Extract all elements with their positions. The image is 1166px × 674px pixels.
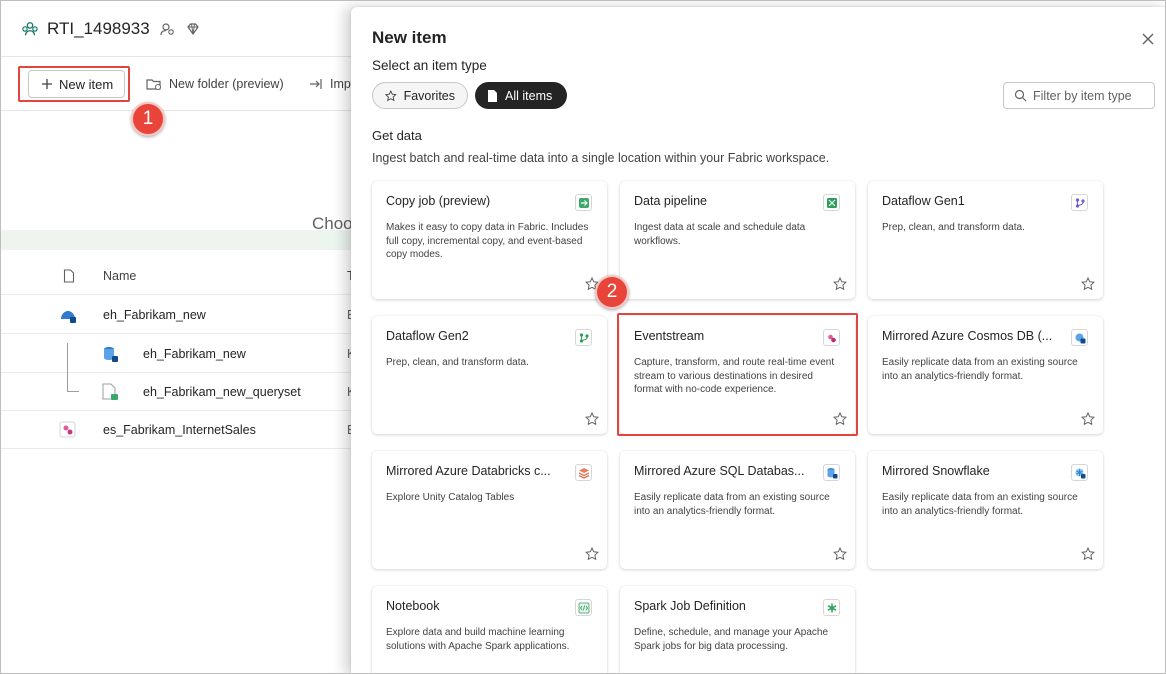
workspace-identity-icon[interactable] bbox=[158, 20, 176, 38]
section-title: Get data bbox=[372, 128, 422, 143]
import-button[interactable]: Imp bbox=[309, 77, 351, 91]
premium-diamond-icon[interactable] bbox=[184, 20, 202, 38]
name-column-header[interactable]: Name bbox=[103, 269, 136, 283]
new-item-panel: New item Select an item type Favorites A… bbox=[351, 7, 1165, 673]
favorite-star-icon[interactable] bbox=[585, 412, 599, 426]
card-description: Easily replicate data from an existing s… bbox=[882, 492, 1078, 517]
notebook-icon bbox=[575, 599, 592, 616]
card-title: Mirrored Azure Cosmos DB (... bbox=[882, 329, 1053, 343]
card-title: Dataflow Gen1 bbox=[882, 194, 965, 208]
search-icon bbox=[1014, 89, 1027, 102]
card-description: Define, schedule, and manage your Apache… bbox=[634, 627, 829, 652]
table-row[interactable]: eh_Fabrikam_new K bbox=[1, 335, 355, 373]
tree-connector bbox=[67, 343, 68, 391]
card-mirrored-azure-sql[interactable]: Mirrored Azure SQL Databas... Easily rep… bbox=[620, 451, 855, 569]
favorite-star-icon[interactable] bbox=[833, 547, 847, 561]
card-description: Prep, clean, and transform data. bbox=[882, 222, 1025, 233]
card-copy-job[interactable]: Copy job (preview) Makes it easy to copy… bbox=[372, 181, 607, 299]
favorite-star-icon[interactable] bbox=[1081, 547, 1095, 561]
file-type-column-icon bbox=[63, 269, 75, 286]
row-name: eh_Fabrikam_new_queryset bbox=[143, 385, 301, 399]
all-items-label: All items bbox=[505, 88, 553, 103]
import-label: Imp bbox=[330, 77, 351, 91]
callout-badge-1: 1 bbox=[131, 102, 165, 136]
callout-badge-2: 2 bbox=[595, 275, 629, 309]
new-item-highlight bbox=[18, 66, 130, 102]
card-mirrored-cosmos-db[interactable]: Mirrored Azure Cosmos DB (... Easily rep… bbox=[868, 316, 1103, 434]
card-mirrored-snowflake[interactable]: Mirrored Snowflake Easily replicate data… bbox=[868, 451, 1103, 569]
card-data-pipeline[interactable]: Data pipeline Ingest data at scale and s… bbox=[620, 181, 855, 299]
all-items-filter-pill[interactable]: All items bbox=[475, 82, 567, 109]
favorite-star-icon[interactable] bbox=[1081, 277, 1095, 291]
favorites-label: Favorites bbox=[403, 88, 455, 103]
row-name: eh_Fabrikam_new bbox=[143, 347, 246, 361]
eventstream-icon bbox=[59, 421, 77, 444]
favorites-filter-pill[interactable]: Favorites bbox=[372, 82, 468, 109]
card-title: Copy job (preview) bbox=[386, 194, 491, 208]
table-row[interactable]: eh_Fabrikam_new_queryset K bbox=[1, 373, 355, 411]
close-icon bbox=[1142, 33, 1154, 45]
eventstream-highlight bbox=[617, 313, 858, 436]
card-title: Mirrored Azure SQL Databas... bbox=[634, 464, 805, 478]
card-dataflow-gen2[interactable]: Dataflow Gen2 Prep, clean, and transform… bbox=[372, 316, 607, 434]
card-description: Easily replicate data from an existing s… bbox=[882, 357, 1078, 382]
card-title: Spark Job Definition bbox=[634, 599, 746, 613]
card-mirrored-databricks[interactable]: Mirrored Azure Databricks c... Explore U… bbox=[372, 451, 607, 569]
workspace-header: RTI_1498933 bbox=[1, 1, 353, 57]
workspace-title-area: RTI_1498933 bbox=[21, 19, 202, 39]
tree-connector bbox=[67, 391, 79, 392]
kql-database-icon bbox=[101, 345, 119, 368]
favorite-star-icon[interactable] bbox=[833, 277, 847, 291]
card-description: Ingest data at scale and schedule data w… bbox=[634, 222, 806, 247]
card-title: Dataflow Gen2 bbox=[386, 329, 469, 343]
copy-job-icon bbox=[575, 194, 592, 211]
import-arrow-icon bbox=[310, 79, 322, 89]
workspace-title: RTI_1498933 bbox=[47, 19, 150, 38]
section-description: Ingest batch and real-time data into a s… bbox=[372, 151, 830, 165]
panel-subtitle: Select an item type bbox=[372, 58, 487, 73]
data-pipeline-icon bbox=[823, 194, 840, 211]
mirrored-sql-icon bbox=[823, 464, 840, 481]
filter-by-type-input[interactable]: Filter by item type bbox=[1003, 82, 1155, 109]
document-icon bbox=[488, 89, 497, 102]
eventhouse-icon bbox=[59, 306, 77, 329]
workspace-banner-strip bbox=[1, 230, 353, 250]
card-spark-job-definition[interactable]: Spark Job Definition Define, schedule, a… bbox=[620, 586, 855, 673]
card-description: Easily replicate data from an existing s… bbox=[634, 492, 830, 517]
card-description: Prep, clean, and transform data. bbox=[386, 357, 529, 368]
folder-add-icon bbox=[146, 79, 161, 90]
table-row[interactable]: es_Fabrikam_InternetSales E bbox=[1, 411, 355, 449]
favorite-star-icon[interactable] bbox=[585, 547, 599, 561]
mirrored-snowflake-icon bbox=[1071, 464, 1088, 481]
filter-placeholder: Filter by item type bbox=[1033, 88, 1132, 103]
mirrored-cosmos-icon bbox=[1071, 329, 1088, 346]
row-name: es_Fabrikam_InternetSales bbox=[103, 423, 256, 437]
card-description: Explore data and build machine learning … bbox=[386, 627, 570, 652]
dataflow-gen1-icon bbox=[1071, 194, 1088, 211]
spark-job-icon bbox=[823, 599, 840, 616]
card-notebook[interactable]: Notebook Explore data and build machine … bbox=[372, 586, 607, 673]
row-name: eh_Fabrikam_new bbox=[103, 308, 206, 322]
card-description: Explore Unity Catalog Tables bbox=[386, 492, 515, 503]
new-folder-label: New folder (preview) bbox=[169, 77, 284, 91]
panel-title: New item bbox=[372, 28, 447, 47]
dataflow-gen2-icon bbox=[575, 329, 592, 346]
card-title: Notebook bbox=[386, 599, 440, 613]
new-folder-button[interactable]: New folder (preview) bbox=[146, 77, 284, 91]
workspace-toolbar: New item New folder (preview) Imp bbox=[1, 57, 353, 111]
table-header: Name T bbox=[1, 259, 355, 295]
table-row[interactable]: eh_Fabrikam_new E bbox=[1, 296, 355, 334]
card-title: Mirrored Snowflake bbox=[882, 464, 990, 478]
card-title: Data pipeline bbox=[634, 194, 707, 208]
card-description: Makes it easy to copy data in Fabric. In… bbox=[386, 222, 589, 260]
mirrored-databricks-icon bbox=[575, 464, 592, 481]
close-button[interactable] bbox=[1140, 31, 1156, 47]
card-title: Mirrored Azure Databricks c... bbox=[386, 464, 551, 478]
screenshot-frame: RTI_1498933 New item New folder (preview… bbox=[0, 0, 1166, 674]
favorite-star-icon[interactable] bbox=[1081, 412, 1095, 426]
workspace-icon bbox=[21, 20, 39, 38]
card-dataflow-gen1[interactable]: Dataflow Gen1 Prep, clean, and transform… bbox=[868, 181, 1103, 299]
queryset-icon bbox=[101, 383, 119, 406]
star-icon bbox=[385, 89, 397, 101]
